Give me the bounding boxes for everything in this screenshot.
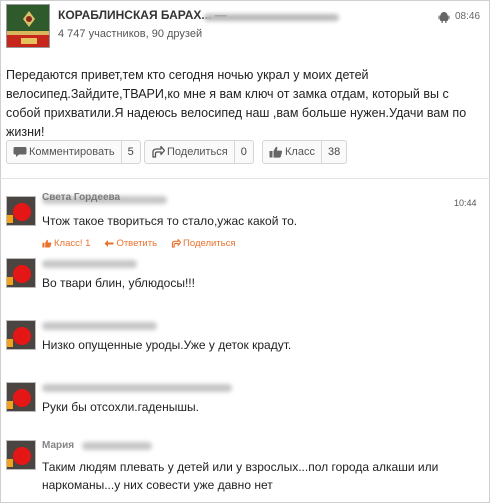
name-redaction: [82, 442, 152, 450]
avatar[interactable]: [6, 258, 36, 288]
comment-button[interactable]: Комментировать 5: [6, 140, 141, 164]
comment-actions: Класс! 1 Ответить Поделиться: [42, 238, 236, 249]
like-button-label: Класс: [285, 146, 315, 158]
share-button[interactable]: Поделиться 0: [144, 140, 254, 164]
name-redaction: [42, 384, 232, 392]
avatar[interactable]: [6, 382, 36, 412]
comment-like-label: Класс! 1: [54, 238, 91, 249]
comment-count: 5: [120, 141, 140, 163]
group-meta: 4 747 участников, 90 друзей: [58, 28, 202, 40]
share-arrow-icon: [152, 146, 165, 158]
name-redaction: [42, 322, 157, 330]
comment-time: 10:44: [454, 198, 477, 208]
comment-reply-button[interactable]: Ответить: [104, 238, 157, 249]
comment-text: Низко опущенные уроды.Уже у деток крадут…: [42, 338, 292, 352]
avatar[interactable]: [6, 320, 36, 350]
comment-text: Чтож такое твориться то стало,ужас какой…: [42, 214, 298, 228]
comment-share-button[interactable]: Поделиться: [171, 238, 236, 249]
comment-text: Во твари блин, ублюдосы!!!: [42, 276, 195, 290]
comment-reply-label: Ответить: [116, 238, 158, 249]
like-count: 38: [320, 141, 346, 163]
friends-count[interactable]: 90 друзей: [152, 28, 202, 40]
like-button[interactable]: Класс 38: [262, 140, 348, 164]
avatar[interactable]: [6, 440, 36, 470]
comment-text: Таким людям плевать у детей или у взросл…: [42, 460, 439, 492]
share-button-label: Поделиться: [167, 146, 228, 158]
comment-author[interactable]: Мария: [42, 440, 74, 451]
avatar[interactable]: [6, 196, 36, 226]
name-redaction: [42, 260, 137, 268]
comment-author[interactable]: Света Гордеева: [42, 192, 120, 203]
post-time: 08:46: [455, 11, 481, 22]
comment-text: Руки бы отсохли.гаденышы.: [42, 400, 199, 414]
post-text: Передаются привет,тем кто сегодня ночью …: [6, 68, 467, 139]
share-arrow-icon: [171, 239, 182, 248]
android-icon: [438, 12, 450, 23]
comment-share-label: Поделиться: [183, 238, 236, 249]
title-redaction: [204, 14, 339, 21]
comment-like-button[interactable]: Класс! 1: [42, 238, 90, 249]
share-count: 0: [233, 141, 253, 163]
comment-bubble-icon: [13, 147, 27, 157]
reply-arrow-icon: [104, 240, 114, 247]
section-divider: [0, 178, 490, 179]
group-header: КОРАБЛИНСКАЯ БАРАХ... — 4 747 участников…: [4, 4, 486, 48]
members-count: 4 747 участников,: [58, 28, 149, 40]
group-avatar[interactable]: [6, 4, 50, 48]
thumbs-up-icon: [42, 239, 52, 248]
thumbs-up-icon: [269, 146, 283, 158]
comment-button-label: Комментировать: [29, 146, 115, 158]
